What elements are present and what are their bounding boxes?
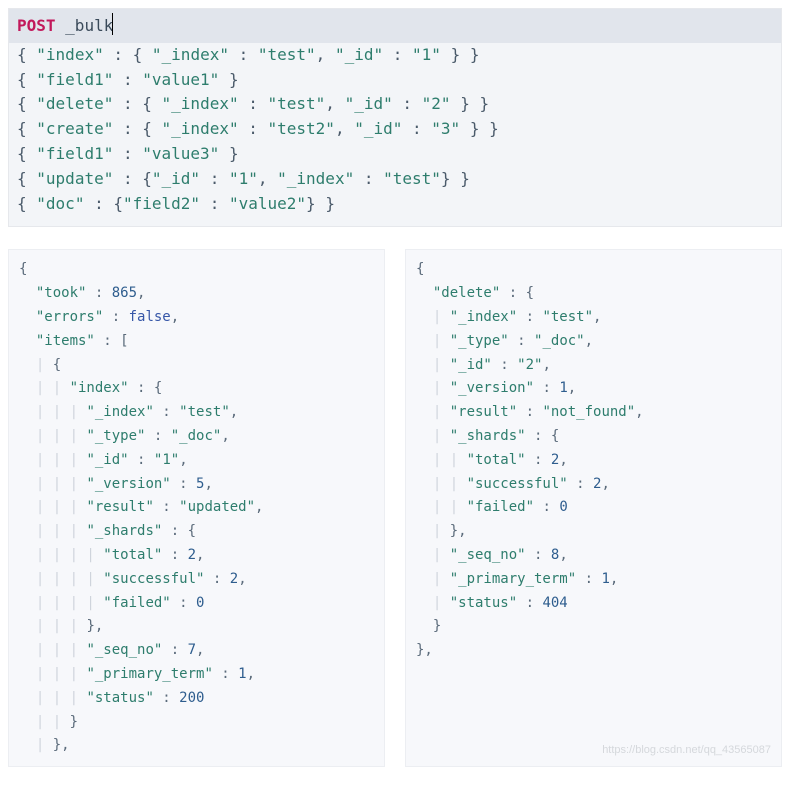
result-right: { "delete" : { | "_index" : "test", | "_… xyxy=(405,249,782,767)
results-row: { "took" : 865, "errors" : false, "items… xyxy=(8,249,782,767)
request-block: POST _bulk { "index" : { "_index" : "tes… xyxy=(8,8,782,227)
result-right-json: { "delete" : { | "_index" : "test", | "_… xyxy=(416,258,771,663)
request-body[interactable]: { "index" : { "_index" : "test", "_id" :… xyxy=(17,43,773,217)
http-method: POST xyxy=(17,16,56,35)
request-first-line[interactable]: POST _bulk xyxy=(9,9,781,43)
watermark: https://blog.csdn.net/qq_43565087 xyxy=(602,741,771,760)
text-cursor-icon xyxy=(112,13,113,35)
result-left: { "took" : 865, "errors" : false, "items… xyxy=(8,249,385,767)
endpoint: _bulk xyxy=(65,16,113,35)
result-left-json: { "took" : 865, "errors" : false, "items… xyxy=(19,258,374,758)
